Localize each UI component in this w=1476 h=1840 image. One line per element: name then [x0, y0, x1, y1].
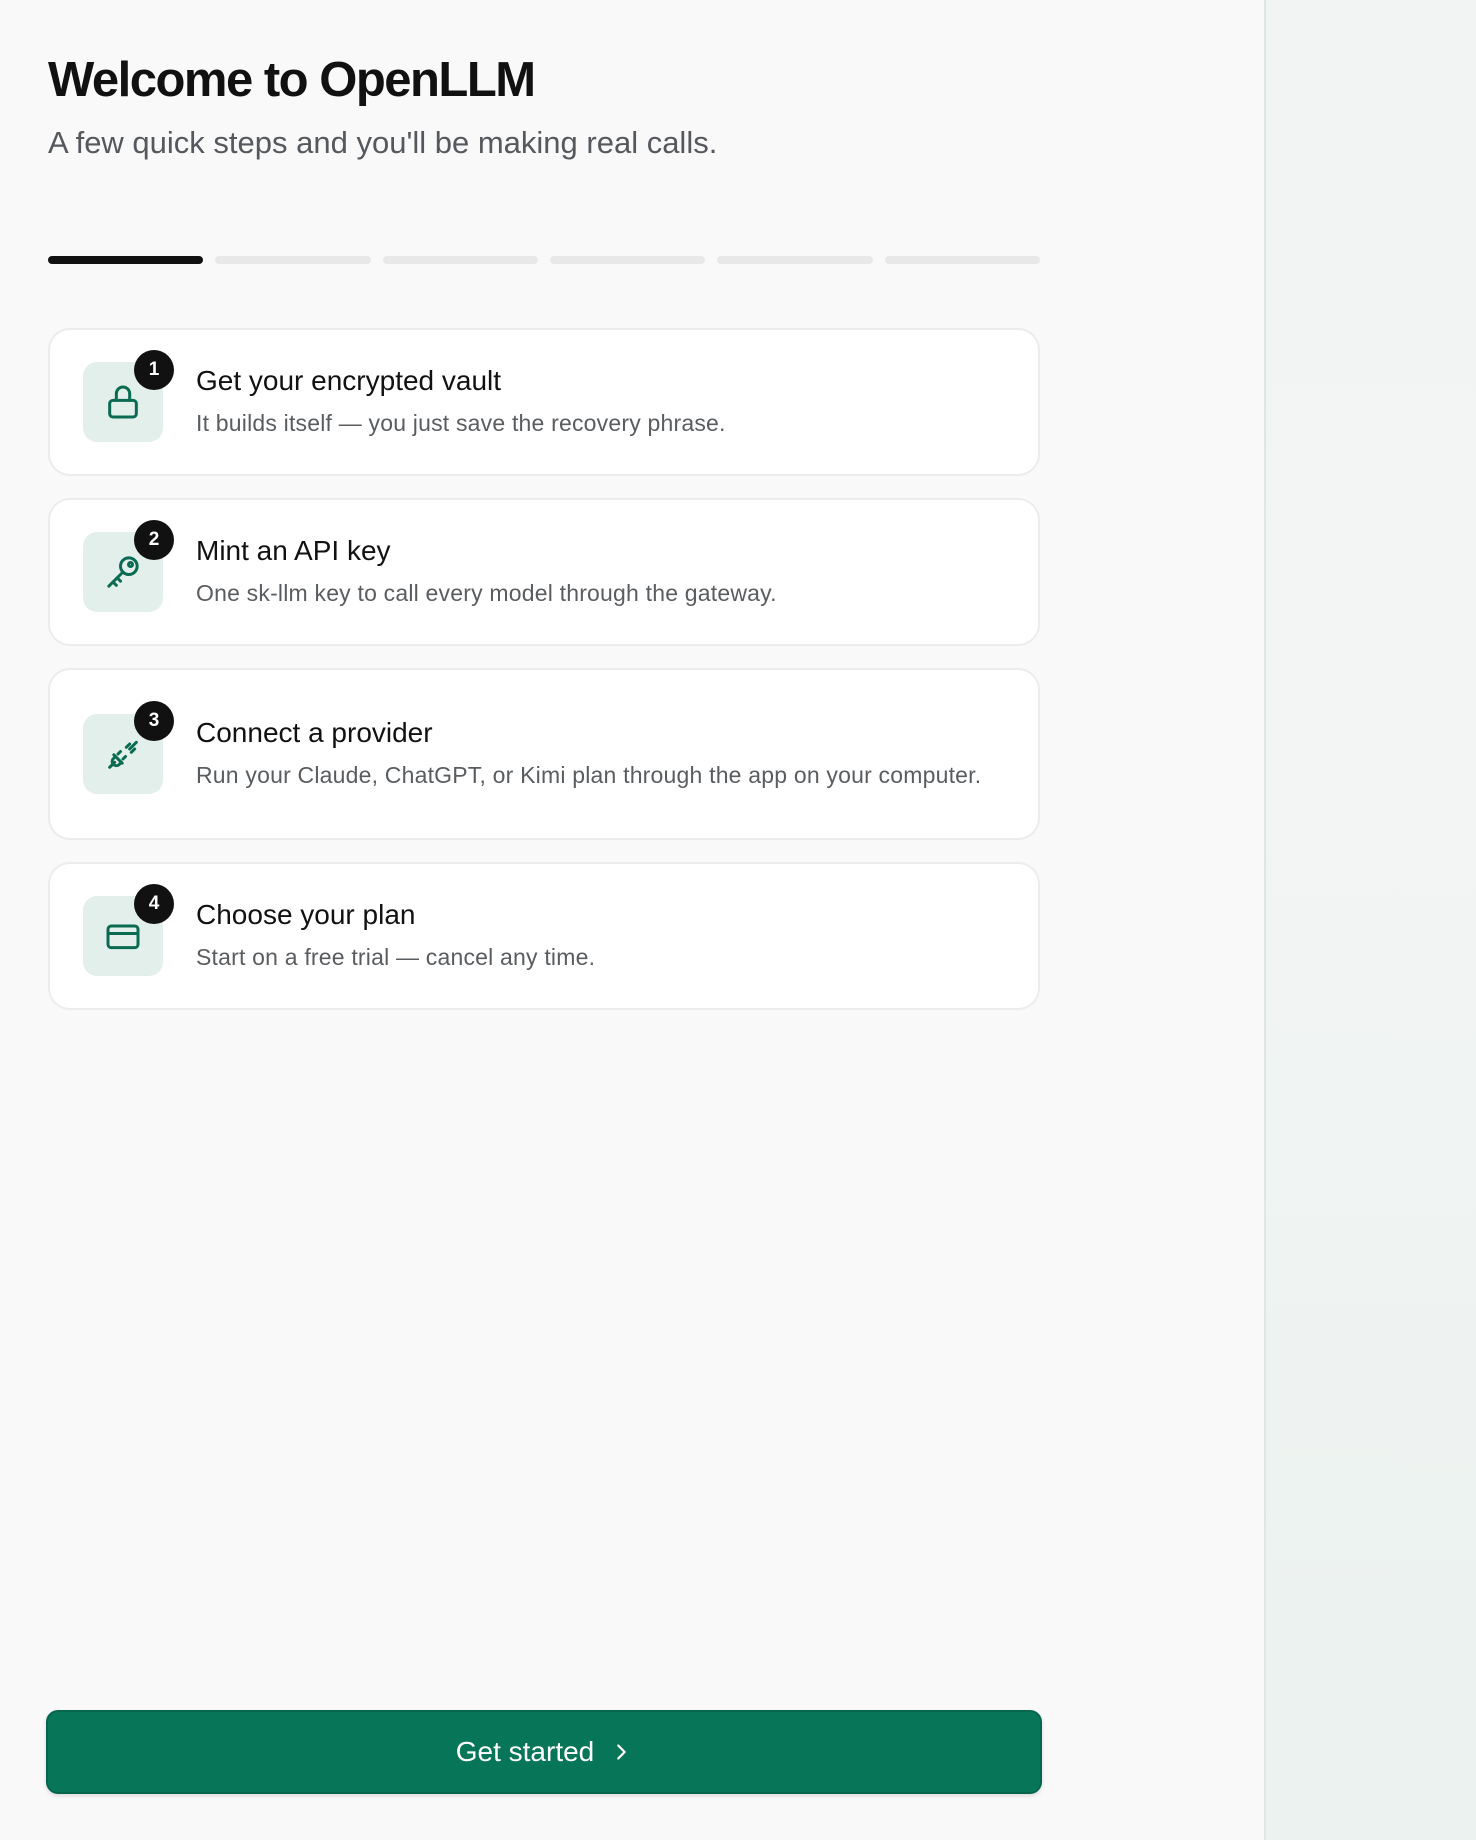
page-title: Welcome to OpenLLM: [48, 53, 536, 107]
step-number-badge: 3: [134, 701, 174, 741]
step-title: Mint an API key: [196, 535, 391, 566]
steps-list: 1 Get your encrypted vault It builds its…: [48, 328, 1040, 1032]
chevron-right-icon: [617, 1744, 627, 1760]
side-panel: [1264, 0, 1476, 1840]
step-description: Start on a free trial — cancel any time.: [196, 944, 596, 970]
step-description: It builds itself — you just save the rec…: [196, 410, 726, 436]
step-card-api-key: 2 Mint an API key One sk-llm key to call…: [48, 498, 1040, 646]
step-card-vault: 1 Get your encrypted vault It builds its…: [48, 328, 1040, 476]
step-title: Choose your plan: [196, 899, 416, 930]
step-card-provider: 3 Connect a provider Run your Claude, Ch…: [48, 668, 1040, 840]
step-title: Get your encrypted vault: [196, 365, 502, 396]
onboarding-main: Welcome to OpenLLM A few quick steps and…: [0, 0, 1264, 1840]
step-title: Connect a provider: [196, 717, 433, 748]
progress-segment-4: [549, 256, 706, 264]
progress-segment-3: [382, 256, 538, 264]
get-started-label: Get started: [455, 1736, 595, 1767]
page-subtitle: A few quick steps and you'll be making r…: [48, 125, 718, 160]
get-started-button[interactable]: Get started: [46, 1710, 1042, 1794]
progress-segment-2: [215, 256, 371, 264]
step-number-badge: 1: [134, 350, 174, 390]
step-progress-bar: [48, 256, 1040, 264]
progress-segment-6: [884, 256, 1040, 264]
progress-segment-5: [717, 256, 873, 264]
step-number-badge: 2: [134, 520, 174, 560]
step-card-plan: 4 Choose your plan Start on a free trial…: [48, 862, 1040, 1010]
step-description: Run your Claude, ChatGPT, or Kimi plan t…: [196, 762, 982, 788]
step-description: One sk-llm key to call every model throu…: [196, 580, 777, 606]
progress-segment-1: [48, 256, 204, 264]
step-number-badge: 4: [134, 884, 174, 924]
